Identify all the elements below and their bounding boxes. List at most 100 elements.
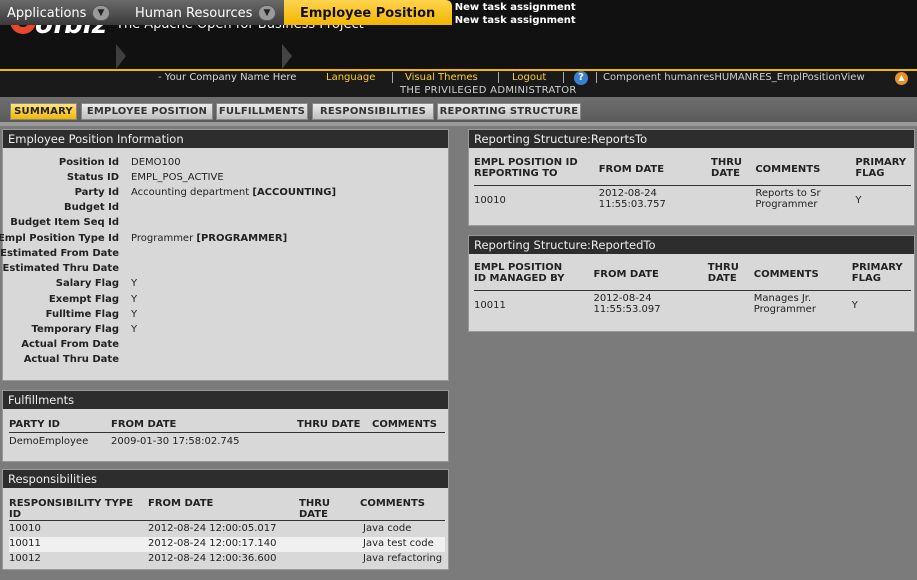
table-cell: [297, 432, 372, 449]
table-cell[interactable]: 10011: [474, 290, 593, 321]
table-header-row: EMPL POSITION ID REPORTING TO FROM DATE …: [474, 157, 911, 186]
position-info-panel: Employee Position Information Position I…: [0, 129, 449, 381]
table-cell: Java test code: [363, 537, 434, 549]
app-header: ofbiz The Apache Open for Business Proje…: [0, 0, 917, 97]
divider: [596, 72, 597, 83]
field-row: Fulltime Flag Y: [3, 309, 443, 324]
tab-human-resources-label: Human Resources: [135, 6, 253, 21]
field-row: Actual Thru Date: [3, 354, 443, 369]
field-row: Status ID EMPL_POS_ACTIVE: [3, 172, 443, 187]
table-cell: 2012-08-24 12:00:05.017: [148, 523, 277, 534]
reports-to-panel: Reporting Structure:ReportsTo EMPL POSIT…: [468, 129, 915, 226]
table-cell: 2012-08-24 11:55:03.757: [598, 187, 666, 210]
column-header: THRU DATE: [299, 498, 360, 521]
responsibilities-table: RESPONSIBILITY TYPE ID FROM DATE THRU DA…: [9, 498, 445, 567]
field-label: Actual Thru Date: [23, 354, 119, 365]
sub-tab-bar: SUMMARY EMPLOYEE POSITION FULFILLMENTS R…: [0, 97, 917, 126]
table-row: 10010 2012-08-24 12:00:05.017 Java code: [9, 521, 445, 537]
column-header: COMMENTS: [755, 157, 856, 186]
table-cell[interactable]: 10010: [9, 521, 148, 537]
divider: [498, 72, 499, 83]
field-label: Actual From Date: [21, 339, 119, 350]
company-name: - Your Company Name Here: [158, 72, 297, 83]
table-row: 10010 2012-08-24 11:55:03.757 Reports to…: [474, 185, 911, 216]
field-label: Fulltime Flag: [45, 309, 119, 320]
tab-employee-position[interactable]: Employee Position: [284, 0, 452, 25]
field-label: Exempt Flag: [48, 294, 119, 305]
field-label: Budget Id: [64, 202, 119, 213]
field-value: EMPL_POS_ACTIVE: [131, 172, 224, 183]
tab-applications[interactable]: Applications ▼: [0, 0, 118, 25]
column-header: PRIMARY FLAG: [851, 262, 911, 291]
tab-applications-label: Applications: [7, 6, 87, 21]
panel-title: Employee Position Information: [3, 130, 448, 148]
table-cell: 2012-08-24 12:00:17.140: [148, 537, 277, 549]
field-row: Temporary Flag Y: [3, 324, 443, 339]
field-label: Budget Item Seq Id: [10, 217, 119, 228]
table-cell: [711, 185, 755, 216]
column-header: FROM DATE: [111, 419, 297, 433]
table-header-row: EMPL POSITION ID MANAGED BY FROM DATE TH…: [474, 262, 911, 291]
table-cell: [299, 521, 360, 537]
table-cell: Manages Jr. Programmer: [753, 292, 816, 315]
field-label: Party Id: [74, 187, 119, 198]
fulfillments-table: PARTY ID FROM DATE THRU DATE COMMENTS De…: [9, 419, 445, 449]
table-cell: Reports to Sr Programmer: [755, 187, 821, 210]
field-value: Y: [131, 294, 138, 305]
subtab-responsibilities[interactable]: RESPONSIBILITIES: [312, 103, 434, 120]
language-link[interactable]: Language: [326, 72, 375, 83]
table-cell[interactable]: 10011: [9, 537, 148, 552]
column-header: PRIMARY FLAG: [855, 157, 911, 186]
subtab-employee-position[interactable]: EMPLOYEE POSITION: [81, 103, 213, 120]
field-row: Salary Flag Y: [3, 278, 443, 293]
tab-human-resources[interactable]: Human Resources ▼: [118, 0, 286, 25]
table-cell: 2009-01-30 17:58:02.745: [111, 435, 240, 447]
chevron-down-icon[interactable]: ▼: [92, 5, 110, 21]
divider: [563, 72, 564, 83]
table-cell[interactable]: DemoEmployee: [9, 432, 111, 449]
tab-separator: [116, 44, 126, 69]
column-header: EMPL POSITION ID REPORTING TO: [474, 157, 599, 186]
subtab-fulfillments[interactable]: FULFILLMENTS: [216, 103, 308, 120]
table-cell[interactable]: 10010: [474, 185, 599, 216]
user-name: THE PRIVILEGED ADMINISTRATOR: [400, 85, 577, 96]
field-row: Budget Id: [3, 202, 443, 217]
column-header: COMMENTS: [360, 498, 445, 521]
column-header: EMPL POSITION ID MANAGED BY: [474, 262, 594, 291]
column-header: COMMENTS: [372, 419, 445, 433]
field-label: Estimated From Date: [0, 248, 119, 259]
field-value: Y: [131, 309, 138, 320]
field-label: Empl Position Type Id: [0, 233, 119, 244]
field-value: Accounting department [ACCOUNTING]: [131, 187, 337, 198]
field-row: Exempt Flag Y: [3, 294, 443, 309]
field-row: Estimated From Date: [0, 248, 443, 263]
field-row: Actual From Date: [3, 339, 443, 354]
panel-title: Reporting Structure:ReportedTo: [469, 236, 914, 254]
table-cell: 2012-08-24 11:55:53.097: [593, 292, 661, 315]
field-label: Position Id: [58, 157, 119, 168]
help-icon[interactable]: ?: [574, 71, 588, 85]
panel-title: Fulfillments: [3, 391, 448, 409]
chevron-down-icon[interactable]: ▼: [258, 5, 276, 21]
collapse-header-icon[interactable]: ▲: [895, 72, 908, 85]
column-header: PARTY ID: [9, 419, 111, 433]
subtab-reporting-structure[interactable]: REPORTING STRUCTURE: [437, 103, 581, 120]
visual-themes-link[interactable]: Visual Themes: [405, 72, 478, 83]
field-value: Y: [131, 278, 138, 289]
table-header-row: RESPONSIBILITY TYPE ID FROM DATE THRU DA…: [9, 498, 445, 521]
panel-title: Responsibilities: [3, 470, 448, 488]
subtab-summary[interactable]: SUMMARY: [10, 103, 77, 120]
table-row: 10012 2012-08-24 12:00:36.600 Java refac…: [9, 552, 445, 567]
field-row: Estimated Thru Date: [3, 263, 443, 278]
column-header: COMMENTS: [753, 262, 852, 291]
table-cell[interactable]: 10012: [9, 552, 148, 567]
fulfillments-panel: Fulfillments PARTY ID FROM DATE THRU DAT…: [2, 390, 449, 462]
table-row: 10011 2012-08-24 12:00:17.140 Java test …: [9, 536, 445, 552]
column-header: FROM DATE: [148, 498, 299, 521]
table-cell: Y: [855, 195, 862, 207]
field-value: Programmer [PROGRAMMER]: [131, 233, 288, 244]
reports-to-table: EMPL POSITION ID REPORTING TO FROM DATE …: [474, 157, 911, 216]
logout-link[interactable]: Logout: [512, 72, 546, 83]
field-row: Budget Item Seq Id: [3, 217, 443, 232]
table-row: DemoEmployee 2009-01-30 17:58:02.745: [9, 432, 445, 449]
